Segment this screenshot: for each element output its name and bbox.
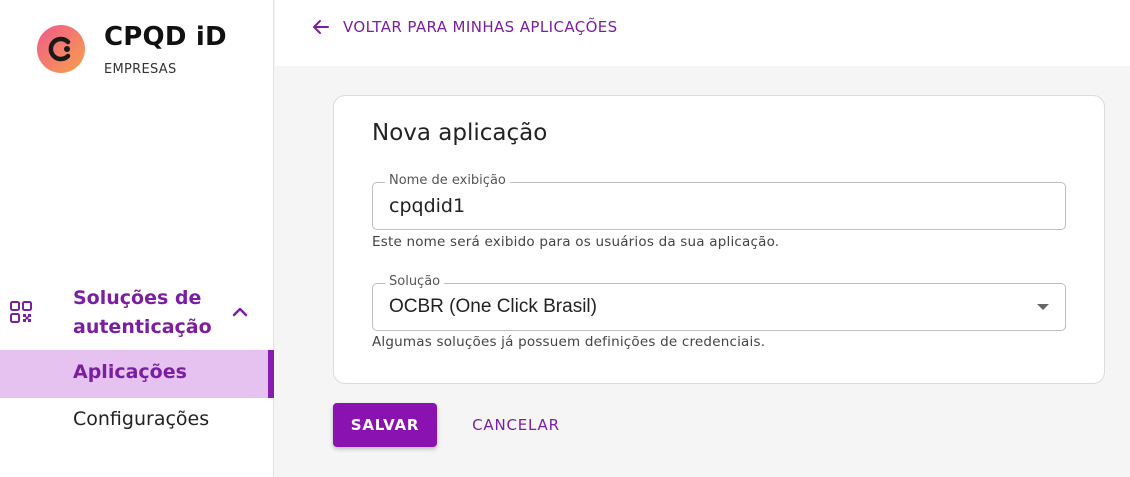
save-button[interactable]: SALVAR	[333, 403, 437, 447]
chevron-up-icon[interactable]	[230, 302, 250, 322]
sidebar: CPQD iD EMPRESAS Soluções de autenticaçã…	[0, 0, 274, 477]
cpqd-logo-icon	[37, 25, 85, 73]
solution-helper: Algumas soluções já possuem definições d…	[372, 334, 766, 350]
sidebar-group-auth-solutions[interactable]: Soluções de autenticação	[0, 282, 274, 344]
dropdown-arrow-icon[interactable]	[1037, 304, 1049, 310]
display-name-label: Nome de exibição	[385, 173, 510, 189]
new-application-card: Nova aplicação Nome de exibição cpqdid1 …	[333, 95, 1105, 384]
sidebar-group-label: Soluções de autenticação	[73, 287, 212, 338]
top-bar: VOLTAR PARA MINHAS APLICAÇÕES	[275, 0, 1130, 66]
sidebar-item-label: Aplicações	[73, 361, 187, 383]
solution-label: Solução	[385, 274, 445, 290]
back-link-label: VOLTAR PARA MINHAS APLICAÇÕES	[343, 18, 618, 36]
page-title: Nova aplicação	[372, 120, 548, 146]
brand-subtitle: EMPRESAS	[104, 62, 177, 77]
display-name-field[interactable]: Nome de exibição cpqdid1	[372, 173, 1066, 230]
sidebar-item-label: Configurações	[73, 408, 210, 430]
display-name-value[interactable]: cpqdid1	[389, 195, 465, 217]
back-to-applications-link[interactable]: VOLTAR PARA MINHAS APLICAÇÕES	[311, 16, 618, 38]
solution-select[interactable]: Solução OCBR (One Click Brasil)	[372, 274, 1066, 331]
arrow-left-icon	[313, 20, 329, 34]
solution-value: OCBR (One Click Brasil)	[389, 296, 597, 317]
qr-code-icon	[10, 301, 32, 323]
brand-name: CPQD iD	[104, 22, 227, 52]
sidebar-item-aplicacoes[interactable]: Aplicações	[0, 350, 274, 398]
cancel-button[interactable]: CANCELAR	[456, 403, 576, 447]
display-name-helper: Este nome será exibido para os usuários …	[372, 234, 780, 250]
sidebar-item-configuracoes[interactable]: Configurações	[0, 397, 274, 445]
